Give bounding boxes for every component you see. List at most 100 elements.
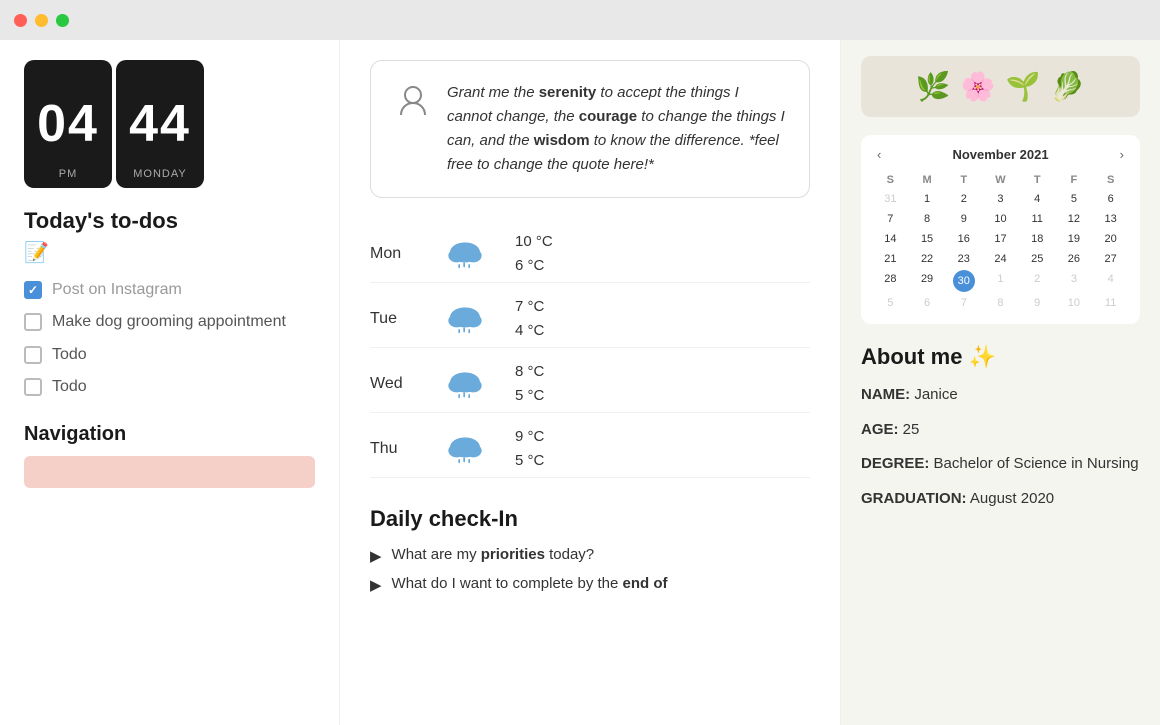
- cal-day[interactable]: 13: [1093, 210, 1128, 228]
- plant-4: 🥬: [1050, 70, 1085, 103]
- cal-day[interactable]: 8: [983, 294, 1018, 312]
- center-panel: Grant me the serenity to accept the thin…: [340, 40, 840, 725]
- cal-day[interactable]: 8: [910, 210, 945, 228]
- cal-day[interactable]: 5: [873, 294, 908, 312]
- cal-day-today[interactable]: 30: [953, 270, 975, 292]
- todo-checkbox-2[interactable]: [24, 313, 42, 331]
- weather-row-wed: Wed 8 °C 5 °C: [370, 356, 810, 413]
- cal-day[interactable]: 18: [1020, 230, 1055, 248]
- about-age-value: 25: [903, 421, 920, 438]
- cal-day[interactable]: 15: [910, 230, 945, 248]
- cal-day[interactable]: 20: [1093, 230, 1128, 248]
- minimize-button[interactable]: [35, 14, 48, 27]
- checkin-item-1: ▶ What are my priorities today?: [370, 546, 810, 565]
- cal-day[interactable]: 9: [946, 210, 981, 228]
- cal-day[interactable]: 7: [873, 210, 908, 228]
- cal-day[interactable]: 1: [983, 270, 1018, 292]
- cal-day[interactable]: 4: [1020, 190, 1055, 208]
- calendar-header: ‹ November 2021 ›: [873, 147, 1128, 162]
- plant-3: 🌱: [1006, 70, 1041, 103]
- about-me-title: About me ✨: [861, 344, 1140, 370]
- cal-header-s1: S: [873, 172, 908, 188]
- calendar-next-button[interactable]: ›: [1116, 147, 1128, 162]
- cal-day[interactable]: 31: [873, 190, 908, 208]
- cal-day[interactable]: 21: [873, 250, 908, 268]
- cal-day[interactable]: 1: [910, 190, 945, 208]
- cal-day[interactable]: 23: [946, 250, 981, 268]
- cal-day[interactable]: 17: [983, 230, 1018, 248]
- weather-temps-tue: 7 °C 4 °C: [515, 295, 544, 343]
- cal-day[interactable]: 11: [1093, 294, 1128, 312]
- cal-day[interactable]: 3: [1057, 270, 1092, 292]
- checkin-text-1: What are my priorities today?: [392, 546, 595, 563]
- cal-day[interactable]: 27: [1093, 250, 1128, 268]
- calendar-prev-button[interactable]: ‹: [873, 147, 885, 162]
- about-name-label: NAME:: [861, 386, 910, 403]
- about-graduation-field: GRADUATION: August 2020: [861, 488, 1140, 511]
- about-age-label: AGE:: [861, 421, 899, 438]
- cal-day[interactable]: 4: [1093, 270, 1128, 292]
- todo-text-4: Todo: [52, 376, 87, 398]
- cal-day[interactable]: 19: [1057, 230, 1092, 248]
- todo-item: Post on Instagram: [24, 279, 315, 301]
- clock-display: 04 PM 44 MONDAY: [24, 60, 315, 188]
- clock-hours: 04: [37, 98, 99, 150]
- maximize-button[interactable]: [56, 14, 69, 27]
- cal-day[interactable]: 16: [946, 230, 981, 248]
- todo-text-3: Todo: [52, 344, 87, 366]
- clock-hours-block: 04 PM: [24, 60, 112, 188]
- cal-header-t1: T: [946, 172, 981, 188]
- cal-header-w: W: [983, 172, 1018, 188]
- todo-checkbox-3[interactable]: [24, 346, 42, 364]
- cal-day[interactable]: 6: [1093, 190, 1128, 208]
- cal-day[interactable]: 28: [873, 270, 908, 292]
- clock-minutes-block: 44 MONDAY: [116, 60, 204, 188]
- cal-day[interactable]: 2: [1020, 270, 1055, 292]
- weather-icon-mon: [435, 234, 495, 274]
- right-panel: 🌿 🌸 🌱 🥬 ‹ November 2021 › S M T W T F S: [840, 40, 1160, 725]
- cal-header-f: F: [1057, 172, 1092, 188]
- weather-temps-thu: 9 °C 5 °C: [515, 425, 544, 473]
- cal-day[interactable]: 22: [910, 250, 945, 268]
- checkin-arrow-icon: ▶: [370, 547, 382, 565]
- plant-2: 🌸: [961, 70, 996, 103]
- cal-day[interactable]: 12: [1057, 210, 1092, 228]
- clock-minutes: 44: [129, 98, 191, 150]
- todos-emoji: 📝: [24, 240, 315, 265]
- todo-checkbox-4[interactable]: [24, 378, 42, 396]
- weather-temps-wed: 8 °C 5 °C: [515, 360, 544, 408]
- cal-day[interactable]: 11: [1020, 210, 1055, 228]
- weather-row-mon: Mon 10 °C 6 °C: [370, 226, 810, 283]
- todo-list: Post on Instagram Make dog grooming appo…: [24, 279, 315, 399]
- cal-day[interactable]: 10: [1057, 294, 1092, 312]
- quote-icon: [395, 81, 431, 117]
- cal-day[interactable]: 9: [1020, 294, 1055, 312]
- cal-day[interactable]: 29: [910, 270, 945, 292]
- cal-day[interactable]: 24: [983, 250, 1018, 268]
- cal-day[interactable]: 25: [1020, 250, 1055, 268]
- about-degree-value: Bachelor of Science in Nursing: [934, 455, 1139, 472]
- cal-day[interactable]: 6: [910, 294, 945, 312]
- about-name-field: NAME: Janice: [861, 384, 1140, 407]
- cal-day[interactable]: 2: [946, 190, 981, 208]
- todos-title: Today's to-dos: [24, 208, 315, 234]
- checkin-text-2: What do I want to complete by the end of: [392, 575, 668, 592]
- checkin-arrow-icon-2: ▶: [370, 576, 382, 594]
- cal-day[interactable]: 3: [983, 190, 1018, 208]
- quote-box: Grant me the serenity to accept the thin…: [370, 60, 810, 198]
- title-bar: [0, 0, 1160, 40]
- cal-day[interactable]: 5: [1057, 190, 1092, 208]
- close-button[interactable]: [14, 14, 27, 27]
- about-name-value: Janice: [914, 386, 957, 403]
- about-age-field: AGE: 25: [861, 419, 1140, 442]
- cal-day[interactable]: 26: [1057, 250, 1092, 268]
- weather-icon-wed: [435, 364, 495, 404]
- cal-day[interactable]: 7: [946, 294, 981, 312]
- checkin-title: Daily check-In: [370, 506, 810, 532]
- clock-period: PM: [59, 168, 78, 180]
- weather-day-mon: Mon: [370, 245, 415, 263]
- cal-day[interactable]: 10: [983, 210, 1018, 228]
- cal-day[interactable]: 14: [873, 230, 908, 248]
- nav-link-placeholder[interactable]: [24, 456, 315, 488]
- todo-checkbox-1[interactable]: [24, 281, 42, 299]
